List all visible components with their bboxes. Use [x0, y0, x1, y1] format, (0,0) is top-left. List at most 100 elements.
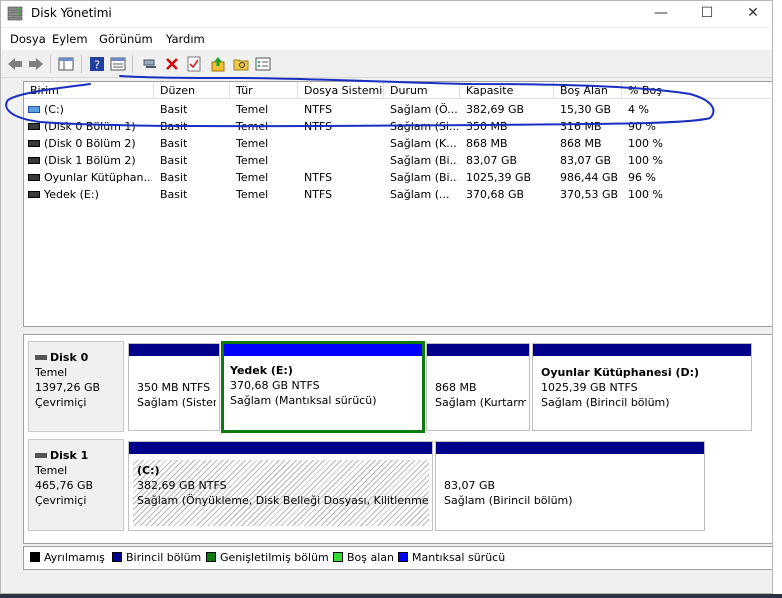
volume-type: Temel — [236, 188, 269, 201]
volume-type: Temel — [236, 171, 269, 184]
partition-status: Sağlam (Önyükleme, Disk Belleği Dosyası,… — [137, 494, 429, 507]
drive-icon — [28, 139, 40, 147]
partition-c-drive[interactable]: (C:) 382,69 GB NTFS Sağlam (Önyükleme, D… — [128, 441, 433, 531]
drive-icon — [28, 156, 40, 164]
free-space-swatch — [333, 552, 343, 562]
volume-layout: Basit — [160, 103, 188, 116]
volume-layout: Basit — [160, 154, 188, 167]
volume-layout: Basit — [160, 171, 188, 184]
connect-icon[interactable] — [140, 54, 160, 74]
minimize-button[interactable]: — — [638, 1, 684, 27]
volume-free-space: 868 MB — [560, 137, 602, 150]
delete-icon[interactable] — [162, 54, 182, 74]
partition-disk0-system[interactable]: 350 MB NTFS Sağlam (Sistem — [128, 343, 220, 431]
primary-swatch — [112, 552, 122, 562]
partition-oyunlar-d[interactable]: Oyunlar Kütüphanesi (D:) 1025,39 GB NTFS… — [532, 343, 752, 431]
volume-status: Sağlam (Ö... — [390, 103, 458, 116]
volume-percent-free: 100 % — [628, 154, 663, 167]
menu-file[interactable]: Dosya — [10, 32, 46, 46]
column-header-volume[interactable]: Birim — [24, 82, 154, 99]
volume-status: Sağlam (Bi... — [390, 171, 458, 184]
column-header-percent-free[interactable]: % Boş — [622, 82, 772, 99]
close-button[interactable]: ✕ — [730, 1, 772, 27]
volume-percent-free: 100 % — [628, 188, 663, 201]
menu-action[interactable]: Eylem — [52, 32, 88, 46]
table-row[interactable]: Oyunlar Kütüphan... Basit Temel NTFS Sağ… — [24, 169, 772, 186]
table-row[interactable]: (C:) Basit Temel NTFS Sağlam (Ö... 382,6… — [24, 101, 772, 118]
volume-free-space: 15,30 GB — [560, 103, 612, 116]
partition-status: Sağlam (Mantıksal sürücü) — [230, 394, 377, 407]
partition-title: (C:) — [137, 464, 160, 477]
disk-name: Disk 0 — [50, 351, 89, 364]
volume-list[interactable]: Birim Düzen Tür Dosya Sistemi Durum Kapa… — [23, 81, 772, 327]
maximize-button[interactable]: ☐ — [684, 1, 730, 27]
volume-free-space: 370,53 GB — [560, 188, 619, 201]
volume-free-space: 986,44 GB — [560, 171, 619, 184]
primary-partition-bar — [533, 344, 751, 356]
table-row[interactable]: Yedek (E:) Basit Temel NTFS Sağlam (... … — [24, 186, 772, 203]
properties-view-icon[interactable] — [108, 54, 128, 74]
partition-yedek-e[interactable]: Yedek (E:) 370,68 GB NTFS Sağlam (Mantık… — [221, 341, 425, 433]
menu-help[interactable]: Yardım — [166, 32, 205, 46]
table-row[interactable]: (Disk 0 Bölüm 1) Basit Temel NTFS Sağlam… — [24, 118, 772, 135]
column-header-status[interactable]: Durum — [384, 82, 460, 99]
extended-swatch — [206, 552, 216, 562]
volume-capacity: 350 MB — [466, 120, 508, 133]
column-header-layout[interactable]: Düzen — [154, 82, 230, 99]
legend-free-space: Boş alan — [333, 552, 394, 564]
disk-icon — [35, 354, 47, 360]
pane-splitter[interactable] — [23, 327, 772, 334]
volume-layout: Basit — [160, 137, 188, 150]
partition-status: Sağlam (Birincil bölüm) — [444, 494, 573, 507]
properties-checklist-icon[interactable] — [184, 54, 204, 74]
settings-list-icon[interactable] — [253, 54, 273, 74]
disk-name: Disk 1 — [50, 449, 89, 462]
volume-name: (Disk 0 Bölüm 1) — [44, 120, 136, 133]
volume-percent-free: 90 % — [628, 120, 656, 133]
menu-view[interactable]: Görünüm — [99, 32, 153, 46]
volume-status: Sağlam (Si... — [390, 120, 458, 133]
volume-layout: Basit — [160, 120, 188, 133]
volume-type: Temel — [236, 154, 269, 167]
primary-partition-bar — [436, 442, 704, 454]
disk-0-label[interactable]: Disk 0 Temel 1397,26 GB Çevrimiçi — [28, 341, 124, 432]
export-icon[interactable] — [208, 54, 228, 74]
volume-free-space: 316 MB — [560, 120, 602, 133]
back-arrow-icon[interactable] — [5, 54, 25, 74]
partition-size: 382,69 GB NTFS — [137, 479, 227, 492]
volume-type: Temel — [236, 103, 269, 116]
partition-disk1-part2[interactable]: 83,07 GB Sağlam (Birincil bölüm) — [435, 441, 705, 531]
drive-icon — [28, 122, 40, 130]
column-header-type[interactable]: Tür — [230, 82, 298, 99]
folder-search-icon[interactable] — [231, 54, 251, 74]
volume-name: (C:) — [44, 103, 64, 116]
table-row[interactable]: (Disk 0 Bölüm 2) Basit Temel Sağlam (K..… — [24, 135, 772, 152]
partition-size: 350 MB NTFS — [137, 381, 211, 394]
volume-name: Oyunlar Kütüphan... — [44, 171, 152, 184]
disk-kind: Temel — [35, 366, 68, 379]
disk-kind: Temel — [35, 464, 68, 477]
drive-icon — [28, 190, 40, 198]
forward-arrow-icon[interactable] — [26, 54, 46, 74]
disk-graph-view: Disk 0 Temel 1397,26 GB Çevrimiçi 350 MB… — [23, 334, 772, 544]
volume-capacity: 868 MB — [466, 137, 508, 150]
drive-icon — [28, 173, 40, 181]
svg-text:?: ? — [94, 59, 100, 72]
volume-percent-free: 96 % — [628, 171, 656, 184]
title-bar[interactable]: Disk Yönetimi — ☐ ✕ — [1, 1, 772, 27]
disk-1-label[interactable]: Disk 1 Temel 465,76 GB Çevrimiçi — [28, 439, 124, 531]
column-header-filesystem[interactable]: Dosya Sistemi — [298, 82, 384, 99]
legend-unallocated: Ayrılmamış — [30, 552, 105, 564]
volume-filesystem: NTFS — [304, 188, 333, 201]
help-icon[interactable]: ? — [87, 54, 107, 74]
column-header-free-space[interactable]: Boş Alan — [554, 82, 622, 99]
legend-primary: Birincil bölüm — [112, 552, 201, 564]
column-header-capacity[interactable]: Kapasite — [460, 82, 554, 99]
window-title: Disk Yönetimi — [31, 6, 112, 20]
table-row[interactable]: (Disk 1 Bölüm 2) Basit Temel Sağlam (Bi.… — [24, 152, 772, 169]
partition-size: 83,07 GB — [444, 479, 496, 492]
partition-disk0-recovery[interactable]: 868 MB Sağlam (Kurtarma — [426, 343, 530, 431]
console-tree-icon[interactable] — [56, 54, 76, 74]
legend-logical: Mantıksal sürücü — [398, 552, 505, 564]
volume-filesystem: NTFS — [304, 171, 333, 184]
